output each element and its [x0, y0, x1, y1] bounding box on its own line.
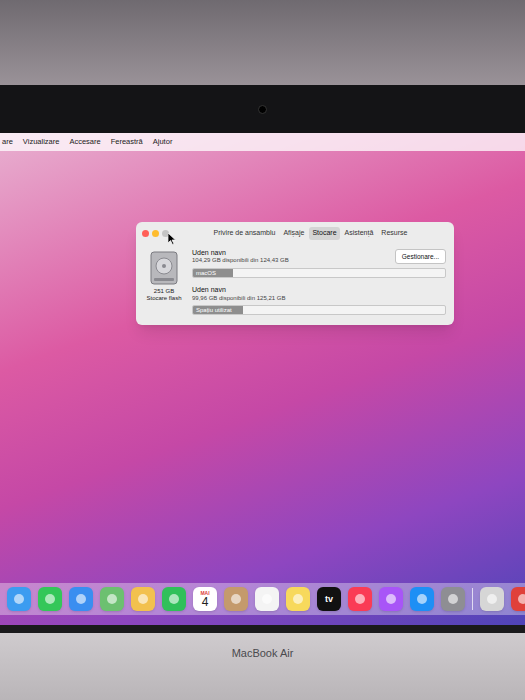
app-icon[interactable] — [480, 587, 504, 611]
volume-list: Uden navn104,29 GB disponibili din 124,4… — [192, 249, 446, 316]
title-bar: Privire de ansambluAfișajeStocareAsisten… — [136, 222, 454, 243]
laptop-chin: MacBook Air — [0, 633, 525, 700]
window-control-button[interactable] — [152, 230, 159, 237]
app-glyph-icon — [386, 594, 396, 604]
app-icon[interactable] — [224, 587, 248, 611]
app-icon[interactable] — [38, 587, 62, 611]
device-label: MacBook Air — [232, 645, 294, 700]
app-glyph-icon — [355, 594, 365, 604]
disk-column: 251 GBStocare flash — [144, 249, 184, 316]
menu-item[interactable]: Accesare — [69, 136, 100, 147]
menu-bar: are Vizualizare Accesare Fereastră Ajutor — [0, 133, 525, 151]
drive-icon — [150, 251, 178, 285]
cursor-icon — [168, 233, 176, 245]
room-background — [0, 0, 525, 85]
dock-separator — [472, 588, 473, 610]
tab[interactable]: Resurse — [378, 227, 410, 240]
storage-used-fill: macOS — [193, 269, 233, 277]
screen: are Vizualizare Accesare Fereastră Ajutor Pri… — [0, 133, 525, 625]
app-glyph-icon — [231, 594, 241, 604]
app-glyph-icon — [293, 594, 303, 604]
storage-bar: macOS — [192, 268, 446, 278]
app-icon[interactable] — [69, 587, 93, 611]
app-glyph-icon — [45, 594, 55, 604]
storage-used-fill: Spațiu utilizat — [193, 306, 243, 314]
about-window: Privire de ansambluAfișajeStocareAsisten… — [136, 222, 454, 325]
tab[interactable]: Afișaje — [280, 227, 307, 240]
tab[interactable]: Asistență — [342, 227, 377, 240]
app-glyph-icon — [417, 594, 427, 604]
storage-content: 251 GBStocare flash Uden navn104,29 GB di… — [136, 243, 454, 326]
window-control-button[interactable] — [142, 230, 149, 237]
app-icon[interactable] — [348, 587, 372, 611]
app-glyph-icon — [14, 594, 24, 604]
app-glyph-icon — [107, 594, 117, 604]
bezel-bottom — [0, 625, 525, 633]
dock: MAI4 tv — [0, 583, 525, 615]
tab[interactable]: Privire de ansamblu — [211, 227, 279, 240]
bezel-top — [0, 85, 525, 133]
manage-button[interactable]: Gestionare... — [395, 249, 446, 265]
app-glyph-icon — [487, 594, 497, 604]
menu-item[interactable]: Fereastră — [111, 136, 143, 147]
tab[interactable]: Stocare — [309, 227, 339, 240]
app-icon[interactable] — [100, 587, 124, 611]
app-glyph-icon — [169, 594, 179, 604]
app-icon[interactable] — [379, 587, 403, 611]
app-glyph-icon — [448, 594, 458, 604]
app-icon[interactable] — [286, 587, 310, 611]
desktop: Privire de ansambluAfișajeStocareAsisten… — [0, 151, 525, 625]
app-icon[interactable] — [410, 587, 434, 611]
app-glyph-icon — [138, 594, 148, 604]
menu-item[interactable]: Ajutor — [153, 136, 173, 147]
menu-item[interactable]: are — [2, 136, 13, 147]
app-icon[interactable] — [162, 587, 186, 611]
camera-icon — [258, 105, 267, 114]
app-icon[interactable] — [7, 587, 31, 611]
app-icon[interactable] — [255, 587, 279, 611]
storage-bar: Spațiu utilizat — [192, 305, 446, 315]
tab-bar: Privire de ansambluAfișajeStocareAsisten… — [173, 227, 448, 240]
volume-row: Uden navn99,96 GB disponibili din 125,21… — [192, 286, 446, 315]
menu-item[interactable]: Vizualizare — [23, 136, 60, 147]
app-icon[interactable]: MAI4 — [193, 587, 217, 611]
app-icon[interactable] — [511, 587, 525, 611]
app-icon[interactable]: tv — [317, 587, 341, 611]
app-icon[interactable] — [131, 587, 155, 611]
app-glyph-icon — [518, 594, 525, 604]
app-icon[interactable] — [441, 587, 465, 611]
photo: are Vizualizare Accesare Fereastră Ajutor Pri… — [0, 0, 525, 700]
app-glyph-icon — [262, 594, 272, 604]
volume-row: Uden navn104,29 GB disponibili din 124,4… — [192, 249, 446, 278]
app-glyph-icon — [76, 594, 86, 604]
